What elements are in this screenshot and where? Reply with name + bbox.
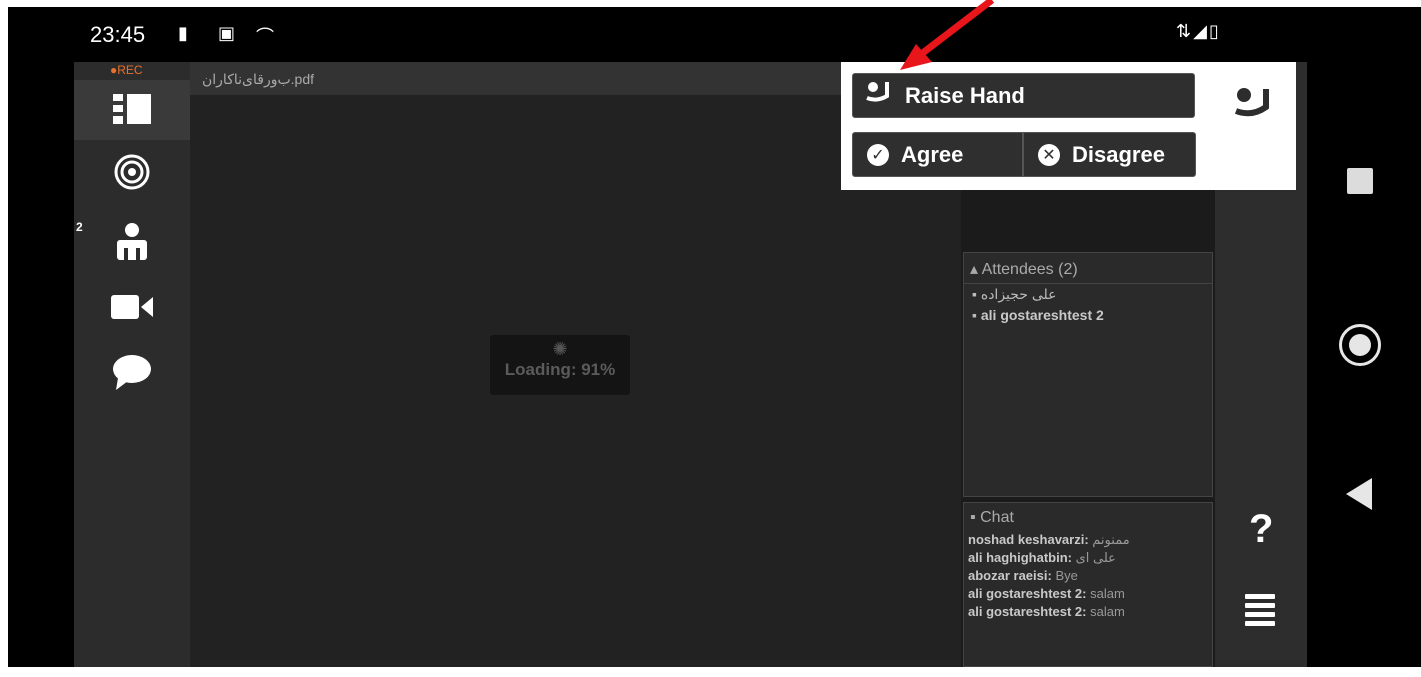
status-bar: 23:45 ▮ ▣ ⌒ ⇅◢▯ <box>8 7 1308 62</box>
cellular-icon: ◢ <box>1193 21 1209 41</box>
menu-icon[interactable] <box>1245 594 1275 630</box>
loading-text: Loading: 91% <box>504 360 616 379</box>
sidebar-item-video[interactable] <box>74 277 190 337</box>
collapse-icon[interactable]: ▪ <box>970 509 976 526</box>
call-end-icon: ⌒ <box>256 27 274 47</box>
raise-hand-toggle[interactable] <box>1208 62 1296 142</box>
check-icon: ✓ <box>867 143 889 166</box>
sidebar-item-chat[interactable] <box>74 342 190 402</box>
user-icon <box>117 223 147 260</box>
home-icon[interactable] <box>1339 324 1381 366</box>
chat-panel-title: ▪ Chat <box>970 509 1014 526</box>
image-icon: ▣ <box>218 23 236 43</box>
battery-icon: ▯ <box>1208 21 1221 41</box>
chat-message: ali gostareshtest 2: salam <box>968 586 1125 601</box>
collapse-icon[interactable]: ▴ <box>970 261 978 278</box>
chat-message: ali gostareshtest 2: salam <box>968 604 1125 619</box>
spinner-icon: ✺ <box>552 339 568 359</box>
attendees-panel: ▴ Attendees (2) ▪ علی حجیزاده ▪ ali gost… <box>963 252 1213 497</box>
broadcast-icon <box>114 154 150 190</box>
sidebar-item-broadcast[interactable] <box>74 142 190 202</box>
attendee-item[interactable]: ▪ علی حجیزاده <box>964 284 1212 305</box>
attendee-item[interactable]: ▪ ali gostareshtest 2 <box>964 305 1212 325</box>
chat-message: abozar raeisi: Bye <box>968 568 1078 583</box>
document-title: ب‌ورقای‌ناکارا‌ن.pdf <box>202 71 315 87</box>
battery-alert-icon: ▮ <box>178 23 188 43</box>
chat-bubble-icon <box>113 355 151 390</box>
rec-indicator: ●REC <box>110 63 143 77</box>
chat-message: noshad keshavarzi: ممنونم <box>968 532 1130 547</box>
help-button[interactable]: ? <box>1249 507 1273 552</box>
layout-icon <box>113 94 151 124</box>
sidebar-item-layout[interactable] <box>74 80 190 140</box>
sidebar-item-users[interactable] <box>74 212 190 272</box>
loading-indicator: ✺ Loading: 91% <box>490 335 630 395</box>
recents-icon[interactable] <box>1347 168 1373 194</box>
clock: 23:45 <box>90 22 146 47</box>
attendees-panel-title: ▴ Attendees (2) <box>964 253 1212 284</box>
raise-hand-icon <box>865 80 891 111</box>
back-icon[interactable] <box>1346 478 1372 510</box>
annotation-arrow <box>900 0 995 70</box>
status-icons-right: ⇅◢▯ <box>1176 21 1221 42</box>
signal-wifi-icon: ⇅ <box>1176 21 1194 41</box>
video-camera-icon <box>111 295 153 319</box>
left-sidebar: ●REC 2 <box>74 62 190 667</box>
raise-hand-icon <box>1234 88 1269 117</box>
chat-panel: ▪ Chat noshad keshavarzi: ممنونم ali hag… <box>963 502 1213 667</box>
raise-hand-popup: Raise Hand ✓ Agree ✕ Disagree <box>841 62 1296 190</box>
disagree-button[interactable]: ✕ Disagree <box>1023 132 1196 177</box>
agree-button[interactable]: ✓ Agree <box>852 132 1023 177</box>
close-icon: ✕ <box>1038 143 1060 166</box>
chat-message: ali haghighatbin: علی ای <box>968 550 1116 565</box>
android-nav-bar <box>1308 62 1421 667</box>
